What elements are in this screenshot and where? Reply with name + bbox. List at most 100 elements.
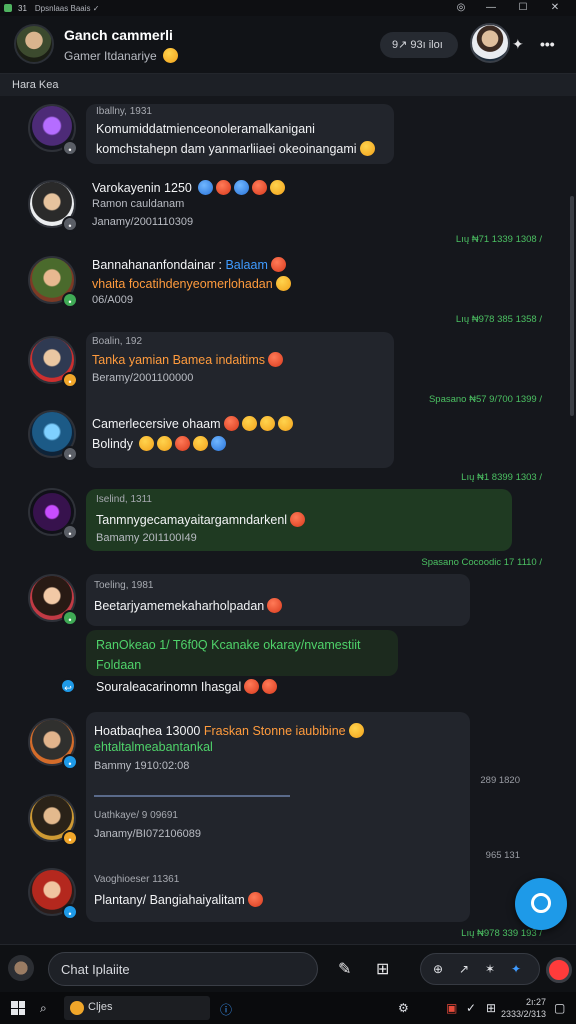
info-icon[interactable]: ⓘ	[220, 1001, 232, 1018]
timestamp: Lıų ₦978 385 1358 /	[455, 314, 542, 325]
star-icon[interactable]: ✦	[511, 962, 521, 976]
tray-icon[interactable]: ⊞	[486, 1001, 496, 1015]
globe-icon[interactable]: ⊕	[433, 962, 443, 976]
message-text: Camerlecersive ohaam	[92, 416, 293, 431]
message-text: Beramy/2001100000	[92, 372, 194, 384]
channel-avatar[interactable]	[14, 24, 54, 64]
record-button[interactable]	[546, 957, 572, 983]
message-text: Beetarjyamemekaharholpadan	[94, 598, 283, 613]
taskbar: ⌕ Cljes ⓘ ⚙ ▣ ✓ ⊞ 2ı:27 2333/2/313 ▢	[0, 992, 576, 1024]
emoji-icon	[252, 180, 268, 195]
tray-icon[interactable]: ⚙	[398, 1001, 409, 1015]
taskbar-app-label: Cljes	[88, 1001, 113, 1013]
message-meta: Iballny, 1931	[96, 106, 152, 117]
message-composer: ✎ ⊞ ⊕ ↗ ✶ ✦	[0, 944, 576, 992]
grid-icon[interactable]: ⊞	[376, 959, 389, 979]
maximize-button[interactable]: ☐	[508, 0, 538, 16]
emoji-icon	[216, 180, 232, 195]
emoji-icon	[234, 180, 250, 195]
arrow-icon[interactable]: ↗	[459, 962, 469, 976]
emoji-icon	[270, 180, 286, 195]
message-text: Tanmnygecamayaitargamndarkenl	[96, 512, 306, 527]
taskbar-app[interactable]: Cljes	[64, 996, 210, 1020]
tool-pill[interactable]: ⊕ ↗ ✶ ✦	[420, 953, 540, 985]
window-titlebar: 31 Dpsnlaas Baais ✓ ◎ — ☐ ✕	[0, 0, 576, 16]
notification-icon[interactable]: ▢	[554, 1001, 565, 1015]
new-chat-button[interactable]	[515, 878, 567, 930]
message-text: Janamy/BI072106089	[94, 828, 202, 840]
tray-icon[interactable]: ▣	[446, 1001, 457, 1015]
user-avatar[interactable]	[470, 23, 510, 63]
windows-start-icon[interactable]	[11, 1001, 25, 1015]
app-icon	[4, 4, 12, 12]
link-divider	[94, 795, 290, 797]
message-meta: Iselind, 1311	[96, 494, 152, 505]
tray-icon[interactable]: ✓	[466, 1001, 476, 1015]
timestamp: Spasano ₦57 9/700 1399 /	[428, 394, 542, 405]
scrollbar[interactable]	[570, 196, 574, 416]
channel-name: Ganch cammerli	[64, 27, 173, 43]
record-icon[interactable]: ◎	[446, 0, 476, 16]
app-icon	[70, 1001, 84, 1015]
window-number: 31	[18, 3, 27, 13]
smile-emoji-icon	[359, 141, 375, 156]
message-meta: Hoatbaqhea 13000 Fraskan Stonne iaubibin…	[94, 723, 364, 738]
sparkle-icon[interactable]: ✶	[485, 962, 495, 976]
message-meta: Uathkaye/ 9 09691	[94, 810, 178, 821]
message-text: Komumiddatmienceonoleramalkanigani	[96, 122, 315, 136]
message-meta: Toeling, 1981	[94, 580, 154, 591]
smile-emoji-icon	[275, 276, 291, 291]
message-meta: Boalin, 192	[92, 336, 143, 347]
angry-emoji-icon	[290, 512, 306, 527]
heart-emoji-icon	[163, 48, 179, 63]
status-badge: •	[62, 610, 78, 626]
message-text: vhaita focatihdenyeomerlohadan	[92, 276, 291, 291]
message-text: Bolindy	[92, 436, 227, 451]
message-meta: Varokayenin 1250	[92, 180, 286, 195]
message-text: komchstahepn dam yanmarliiaei okeoinanga…	[96, 141, 375, 156]
timestamp: Spasano Cocoodic 17 1110 /	[421, 557, 542, 568]
timestamp: Lıų ₦978 339 193 /	[461, 928, 542, 939]
close-button[interactable]: ✕	[540, 0, 570, 16]
channel-subtitle: Gamer Itdanariye	[64, 48, 179, 63]
status-badge: •	[62, 446, 78, 462]
message-input[interactable]	[48, 952, 318, 986]
message-meta: Bannahananfondainar : Balaam	[92, 257, 286, 272]
reply-icon: ↩	[60, 678, 76, 694]
status-badge: •	[62, 904, 78, 920]
call-pill-button[interactable]: 9↗ 93ı iloı	[380, 32, 458, 58]
message-meta: Vaoghioeser 11361	[94, 874, 180, 885]
angry-emoji-icon	[267, 598, 283, 613]
emoji-icon	[270, 257, 286, 272]
composer-avatar[interactable]	[8, 955, 34, 981]
message-text: Janamy/2001110309	[92, 216, 194, 228]
message-text: Plantany/ Bangiahaiyalitam	[94, 892, 263, 907]
message-text: 06/A009	[92, 294, 133, 306]
reply-text: Foldaan	[96, 658, 142, 672]
clock[interactable]: 2ı:27 2333/2/313	[501, 996, 546, 1020]
status-badge: •	[62, 524, 78, 540]
timestamp: Lıų ₦1 8399 1303 /	[461, 472, 542, 483]
message-text: Bammy 1910:02:08	[94, 760, 190, 772]
timestamp: Lıų ₦71 1339 1308 /	[455, 234, 542, 245]
status-badge: •	[62, 140, 78, 156]
sparkle-icon[interactable]: ✦	[512, 36, 524, 53]
status-badge: •	[62, 372, 78, 388]
timestamp: 965 131	[485, 850, 520, 861]
reply-text: RanOkeao 1/ T6f0Q Kcanake okaray/nvamest…	[96, 638, 361, 652]
search-icon[interactable]: ⌕	[40, 1001, 47, 1016]
message-text: Tanka yamian Bamea indaitims	[92, 352, 283, 367]
chat-bubble-icon	[531, 893, 551, 913]
window-title: Dpsnlaas Baais ✓	[34, 3, 100, 13]
timestamp: 289 1820	[480, 775, 520, 786]
message-text: Ramon cauldanam	[92, 198, 185, 210]
message-text: Bamamy 20I1100I49	[96, 532, 197, 544]
status-badge: •	[62, 216, 78, 232]
more-options-icon[interactable]: •••	[540, 36, 555, 52]
minimize-button[interactable]: —	[476, 0, 506, 16]
pen-icon[interactable]: ✎	[338, 959, 351, 979]
section-header: Hara Kea	[0, 74, 576, 96]
message-feed[interactable]: • Iballny, 1931 Komumiddatmienceonoleram…	[0, 96, 576, 944]
status-badge: •	[62, 830, 78, 846]
message-text: ehtaltalmeabantankal	[94, 740, 213, 754]
